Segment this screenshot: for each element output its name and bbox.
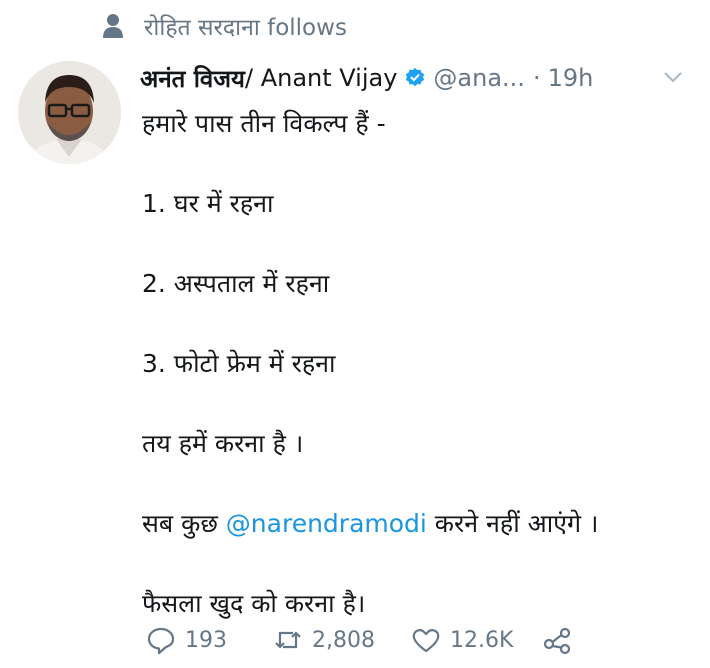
avatar-image bbox=[18, 61, 121, 164]
avatar[interactable] bbox=[18, 61, 121, 164]
verified-badge-icon bbox=[406, 67, 425, 87]
tweet-line: 1. घर में रहना bbox=[142, 189, 274, 218]
heart-icon bbox=[412, 629, 440, 653]
tweet-line bbox=[142, 144, 697, 184]
author-name[interactable]: अनंत विजय bbox=[140, 62, 245, 95]
share-button[interactable] bbox=[543, 625, 582, 655]
tweet-line: हमारे पास तीन विकल्प हैं - bbox=[142, 109, 386, 138]
tweet-line bbox=[142, 304, 697, 344]
tweet-line: 2. अस्पताल में रहना bbox=[142, 269, 330, 298]
tweet-line bbox=[142, 464, 697, 504]
tweet-line: 3. फोटो फ्रेम में रहना bbox=[142, 349, 336, 378]
tweet-text: हमारे पास तीन विकल्प हैं - 1. घर में रहन… bbox=[142, 104, 697, 624]
reply-button[interactable]: 193 bbox=[146, 625, 227, 655]
mention-before: सब कुछ bbox=[142, 509, 226, 538]
tweet-line bbox=[142, 544, 697, 584]
tweet-line-mention: सब कुछ @narendramodi करने नहीं आएंगे । bbox=[142, 504, 697, 544]
tweet-actions: 193 2,808 12.6K bbox=[146, 620, 582, 660]
mention-link[interactable]: @narendramodi bbox=[226, 509, 427, 538]
social-context: रोहित सरदाना follows bbox=[102, 10, 347, 42]
tweet-header: अनंत विजय / Anant Vijay @ana... · 19h bbox=[140, 58, 700, 98]
social-context-text: रोहित सरदाना follows bbox=[144, 15, 347, 41]
chevron-down-icon[interactable] bbox=[662, 66, 684, 88]
tweet-line: तय हमें करना है । bbox=[142, 429, 304, 458]
like-button[interactable]: 12.6K bbox=[411, 625, 513, 655]
like-count: 12.6K bbox=[449, 627, 514, 653]
reply-count: 193 bbox=[185, 627, 227, 653]
reply-icon bbox=[147, 627, 175, 655]
tweet-line bbox=[142, 384, 697, 424]
tweet-line bbox=[142, 224, 697, 264]
separator-dot: · bbox=[532, 64, 541, 92]
tweet-line: फैसला खुद को करना है। bbox=[142, 589, 366, 618]
tweet-time[interactable]: 19h bbox=[548, 64, 594, 92]
author-name-latin[interactable]: / Anant Vijay bbox=[245, 64, 397, 92]
mention-after: करने नहीं आएंगे । bbox=[426, 509, 599, 538]
author-handle[interactable]: @ana... bbox=[433, 64, 525, 92]
share-icon bbox=[544, 627, 571, 655]
retweet-icon bbox=[275, 631, 301, 649]
person-icon bbox=[103, 14, 123, 38]
retweet-button[interactable]: 2,808 bbox=[273, 625, 375, 655]
retweet-count: 2,808 bbox=[312, 627, 375, 653]
